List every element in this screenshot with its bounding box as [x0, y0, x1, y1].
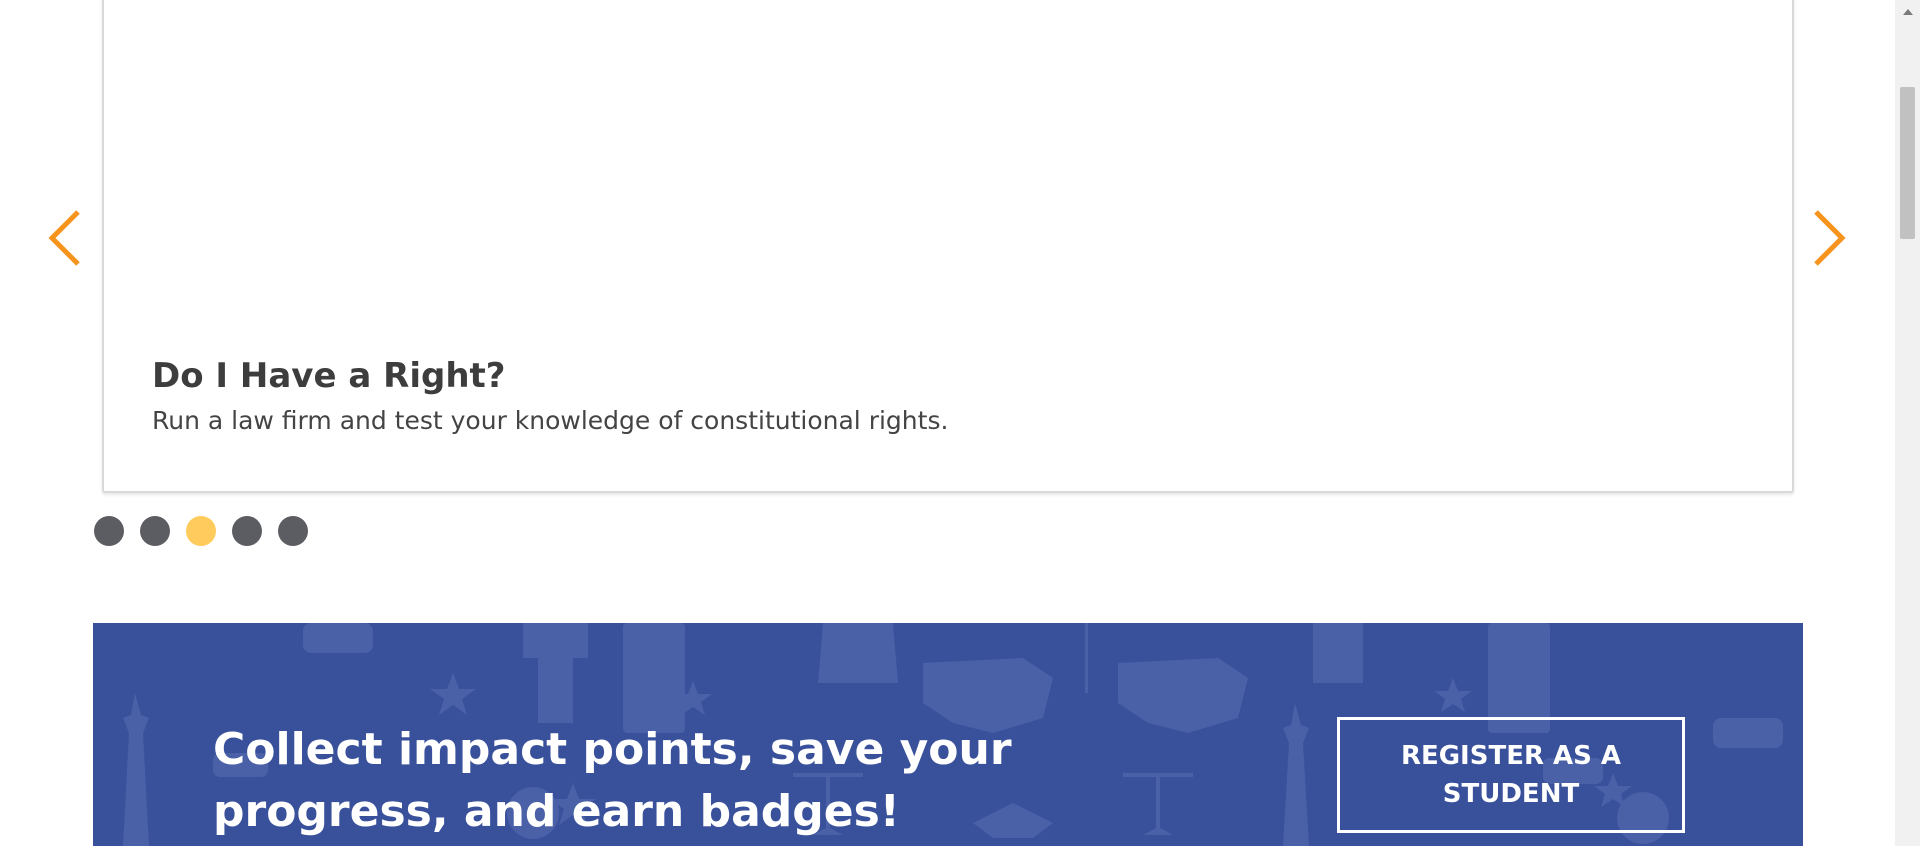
scroll-up-arrow-icon[interactable] [1895, 0, 1920, 24]
chevron-left-icon [48, 210, 80, 266]
book-icon [623, 623, 685, 733]
carousel-dot[interactable] [232, 516, 262, 546]
page-scrollbar[interactable] [1895, 0, 1920, 846]
chevron-right-icon [1814, 210, 1846, 266]
pillar-icon [818, 623, 898, 683]
carousel-dots [94, 516, 308, 546]
register-student-button[interactable]: REGISTER AS A STUDENT [1337, 717, 1685, 833]
register-banner: Collect impact points, save your progres… [93, 623, 1803, 846]
banner-heading: Collect impact points, save your progres… [213, 724, 1012, 837]
statue-of-liberty-icon [1283, 703, 1309, 846]
star-icon [430, 673, 476, 715]
carousel-dot[interactable] [140, 516, 170, 546]
carousel-slide-card[interactable]: Do I Have a Right? Run a law firm and te… [102, 0, 1794, 493]
carousel-dot[interactable] [94, 516, 124, 546]
page: Do I Have a Right? Run a law firm and te… [0, 0, 1920, 846]
slide-description: Run a law firm and test your knowledge o… [152, 406, 949, 435]
pillar-icon [1313, 623, 1363, 683]
scrollbar-thumb[interactable] [1900, 87, 1915, 239]
carousel-prev-button[interactable] [46, 208, 86, 268]
scroll-icon [1713, 718, 1783, 748]
carousel-dot[interactable] [186, 516, 216, 546]
carousel-dot[interactable] [278, 516, 308, 546]
scroll-icon [303, 623, 373, 653]
carousel-next-button[interactable] [1808, 208, 1848, 268]
statue-of-liberty-icon [123, 693, 149, 846]
pillar-icon [523, 623, 588, 723]
slide-title: Do I Have a Right? [152, 356, 506, 396]
star-icon [1434, 678, 1472, 712]
